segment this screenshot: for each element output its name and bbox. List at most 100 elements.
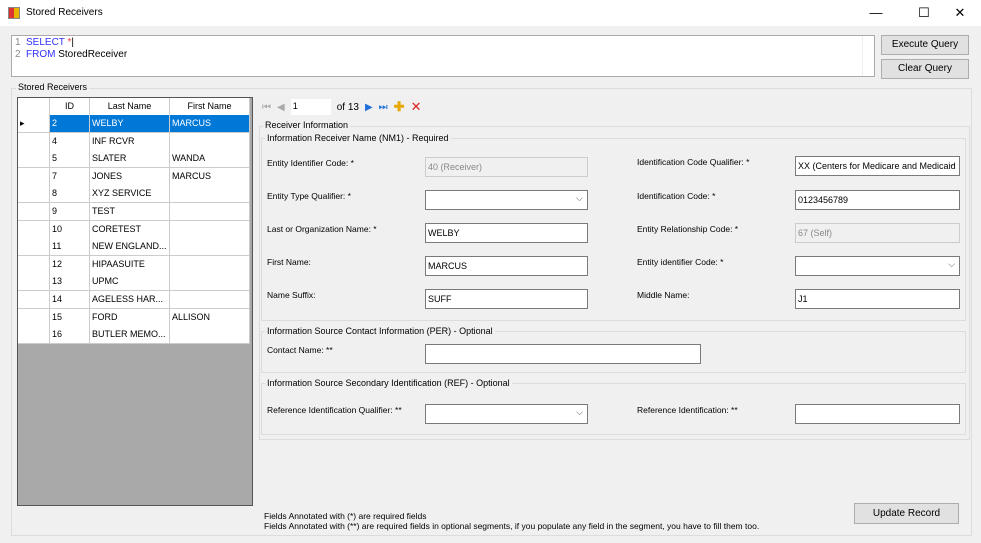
cell-id[interactable]: 8 [50, 185, 90, 204]
update-record-button[interactable]: Update Record [854, 503, 959, 524]
row-header[interactable] [18, 167, 50, 186]
cell-id[interactable]: 16 [50, 326, 90, 345]
table-row[interactable]: 7 JONES MARCUS [18, 167, 250, 186]
last-name-input[interactable]: WELBY [425, 223, 588, 243]
cell-first-name[interactable] [170, 291, 250, 309]
minimize-button[interactable]: — [861, 0, 891, 26]
cell-last-name[interactable]: BUTLER MEMO... [90, 326, 170, 345]
row-header[interactable] [18, 238, 50, 257]
table-row[interactable]: 8 XYZ SERVICE [18, 185, 250, 204]
first-name-input[interactable]: MARCUS [425, 256, 588, 276]
receivers-grid[interactable]: ID Last Name First Name ▸ 2 WELBY MARCUS 4 IN… [17, 97, 253, 506]
row-header[interactable] [18, 255, 50, 274]
cell-last-name[interactable]: HIPAASUITE [90, 255, 170, 274]
table-row[interactable]: 5 SLATER WANDA [18, 150, 250, 169]
row-header[interactable]: ▸ [18, 115, 50, 133]
table-row[interactable]: 15 FORD ALLISON [18, 308, 250, 327]
row-header-corner [18, 98, 50, 116]
cell-last-name[interactable]: AGELESS HAR... [90, 291, 170, 309]
add-new-icon[interactable]: ✚ [394, 99, 405, 115]
table-row[interactable]: 4 INF RCVR [18, 132, 250, 151]
cell-last-name[interactable]: WELBY [90, 115, 170, 133]
ref-title: Information Source Secondary Identificat… [265, 378, 512, 388]
cell-id[interactable]: 7 [50, 167, 90, 186]
cell-id[interactable]: 14 [50, 291, 90, 309]
cell-last-name[interactable]: FORD [90, 308, 170, 327]
cell-first-name[interactable] [170, 273, 250, 292]
cell-first-name[interactable] [170, 238, 250, 257]
cell-id[interactable]: 11 [50, 238, 90, 257]
column-header-last-name[interactable]: Last Name [90, 98, 170, 116]
cell-last-name[interactable]: XYZ SERVICE [90, 185, 170, 204]
row-header[interactable] [18, 185, 50, 204]
cell-last-name[interactable]: NEW ENGLAND... [90, 238, 170, 257]
keyword: FROM [26, 49, 56, 60]
entity-type-qualifier-dropdown[interactable] [425, 190, 588, 210]
cell-id[interactable]: 10 [50, 220, 90, 239]
id-code-qualifier-dropdown[interactable]: XX (Centers for Medicare and Medicaid [795, 156, 960, 176]
row-header[interactable] [18, 273, 50, 292]
receiver-information-title: Receiver Information [263, 120, 351, 130]
cell-id[interactable]: 9 [50, 203, 90, 221]
table-row[interactable]: ▸ 2 WELBY MARCUS [18, 115, 250, 133]
id-code-input[interactable]: 0123456789 [795, 190, 960, 210]
cell-first-name[interactable] [170, 326, 250, 345]
execute-query-button[interactable]: Execute Query [881, 35, 969, 55]
cell-first-name[interactable]: WANDA [170, 150, 250, 169]
row-header[interactable] [18, 308, 50, 327]
cell-last-name[interactable]: JONES [90, 167, 170, 186]
middle-name-input[interactable]: J1 [795, 289, 960, 309]
cell-first-name[interactable] [170, 203, 250, 221]
table-row[interactable]: 16 BUTLER MEMO... [18, 326, 250, 345]
footer-note-optional: Fields Annotated with (**) are required … [264, 521, 760, 531]
clear-query-button[interactable]: Clear Query [881, 59, 969, 79]
cell-first-name[interactable]: ALLISON [170, 308, 250, 327]
entity-identifier-code2-dropdown[interactable] [795, 256, 960, 276]
grid-header: ID Last Name First Name [18, 98, 250, 116]
cell-last-name[interactable]: SLATER [90, 150, 170, 169]
move-previous-icon[interactable]: ◀ [277, 102, 285, 113]
column-header-first-name[interactable]: First Name [170, 98, 250, 116]
row-header[interactable] [18, 203, 50, 221]
cell-first-name[interactable] [170, 185, 250, 204]
row-header[interactable] [18, 132, 50, 151]
name-suffix-input[interactable]: SUFF [425, 289, 588, 309]
position-input[interactable]: 1 [290, 99, 331, 115]
row-header[interactable] [18, 150, 50, 169]
move-first-icon[interactable]: ⏮ [262, 102, 271, 113]
title-bar: Stored Receivers — ☐ ✕ [0, 0, 981, 26]
cell-last-name[interactable]: CORETEST [90, 220, 170, 239]
cell-last-name[interactable]: UPMC [90, 273, 170, 292]
cell-first-name[interactable]: MARCUS [170, 167, 250, 186]
table-row[interactable]: 10 CORETEST [18, 220, 250, 239]
cell-first-name[interactable] [170, 255, 250, 274]
column-header-id[interactable]: ID [50, 98, 90, 116]
cell-first-name[interactable] [170, 132, 250, 151]
table-row[interactable]: 9 TEST [18, 203, 250, 221]
cell-id[interactable]: 4 [50, 132, 90, 151]
query-editor[interactable]: 1 SELECT *| 2 FROM StoredReceiver [11, 35, 875, 77]
row-header[interactable] [18, 326, 50, 345]
delete-icon[interactable]: ✕ [411, 99, 422, 115]
move-last-icon[interactable]: ⏭ [379, 102, 388, 113]
cell-id[interactable]: 12 [50, 255, 90, 274]
cell-id[interactable]: 5 [50, 150, 90, 169]
cell-last-name[interactable]: INF RCVR [90, 132, 170, 151]
query-scrollbar[interactable] [862, 36, 874, 76]
table-row[interactable]: 13 UPMC [18, 273, 250, 292]
table-row[interactable]: 14 AGELESS HAR... [18, 291, 250, 309]
row-header[interactable] [18, 291, 50, 309]
cell-first-name[interactable] [170, 220, 250, 239]
cell-first-name[interactable]: MARCUS [170, 115, 250, 133]
cell-last-name[interactable]: TEST [90, 203, 170, 221]
cell-id[interactable]: 2 [50, 115, 90, 133]
table-row[interactable]: 12 HIPAASUITE [18, 255, 250, 274]
cell-id[interactable]: 13 [50, 273, 90, 292]
move-next-icon[interactable]: ▶ [365, 102, 373, 113]
close-button[interactable]: ✕ [945, 0, 975, 26]
window-title: Stored Receivers [26, 7, 103, 18]
maximize-button[interactable]: ☐ [909, 0, 939, 26]
table-row[interactable]: 11 NEW ENGLAND... [18, 238, 250, 257]
row-header[interactable] [18, 220, 50, 239]
cell-id[interactable]: 15 [50, 308, 90, 327]
